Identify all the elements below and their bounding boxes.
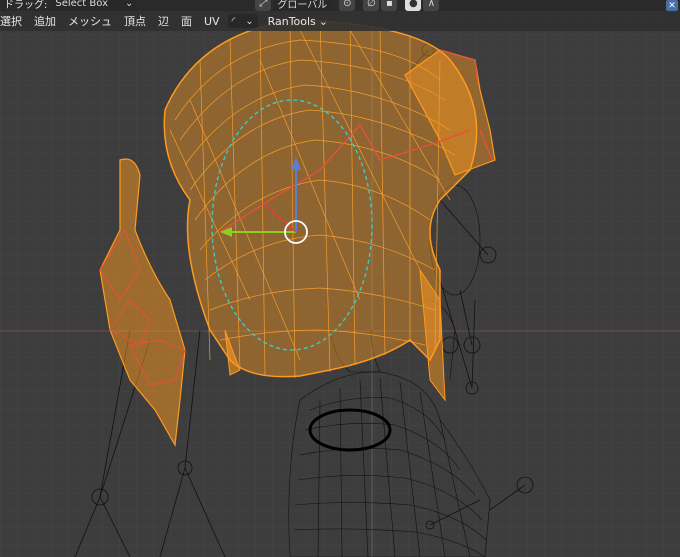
curve-icon: ◜ [231,15,236,27]
proportional-edit-icon[interactable]: ● [405,0,422,11]
menu-vertex[interactable]: 頂点 [118,12,152,30]
snap-target-icon[interactable]: ▪ [381,0,398,11]
orientation-dropdown[interactable]: グローバル [273,0,332,11]
pivot-point-icon[interactable]: ⊙ [339,0,356,11]
drag-label: ドラッグ: [4,0,48,11]
orientation-value: グローバル [277,0,328,11]
menu-face[interactable]: 面 [175,12,198,30]
chevron-down-icon: ⌄ [124,0,134,9]
rantools-label: RanTools [267,14,316,28]
falloff-icon[interactable]: ∧ [423,0,440,11]
menu-add[interactable]: 追加 [28,12,62,30]
select-mode-value: Select Box [55,0,108,9]
menu-uv[interactable]: UV [198,12,226,30]
chevron-down-icon: ⌄ [318,14,329,28]
header-toolbar: ドラッグ: Select Box ⌄ ⤢ グローバル ⊙ ∅ ▪ ● ∧ ✕ [0,0,680,11]
menu-edge[interactable]: 辺 [152,12,175,30]
editmode-menubar: 選択 追加 メッシュ 頂点 辺 面 UV ◜ ⌄ RanTools ⌄ [0,11,680,31]
snap-icon[interactable]: ∅ [363,0,380,11]
menu-rantools[interactable]: RanTools ⌄ [262,12,334,30]
shading-dropdown[interactable]: ◜ ⌄ [227,14,258,28]
chevron-down-icon: ⌄ [245,15,254,27]
transform-orientation-icon[interactable]: ⤢ [255,0,272,11]
select-mode-dropdown[interactable]: Select Box ⌄ [51,0,138,11]
menu-mesh[interactable]: メッシュ [62,12,118,30]
close-icon[interactable]: ✕ [666,0,678,11]
3d-viewport[interactable] [0,0,680,557]
menu-select[interactable]: 選択 [0,12,28,30]
viewport-canvas[interactable] [0,0,680,557]
